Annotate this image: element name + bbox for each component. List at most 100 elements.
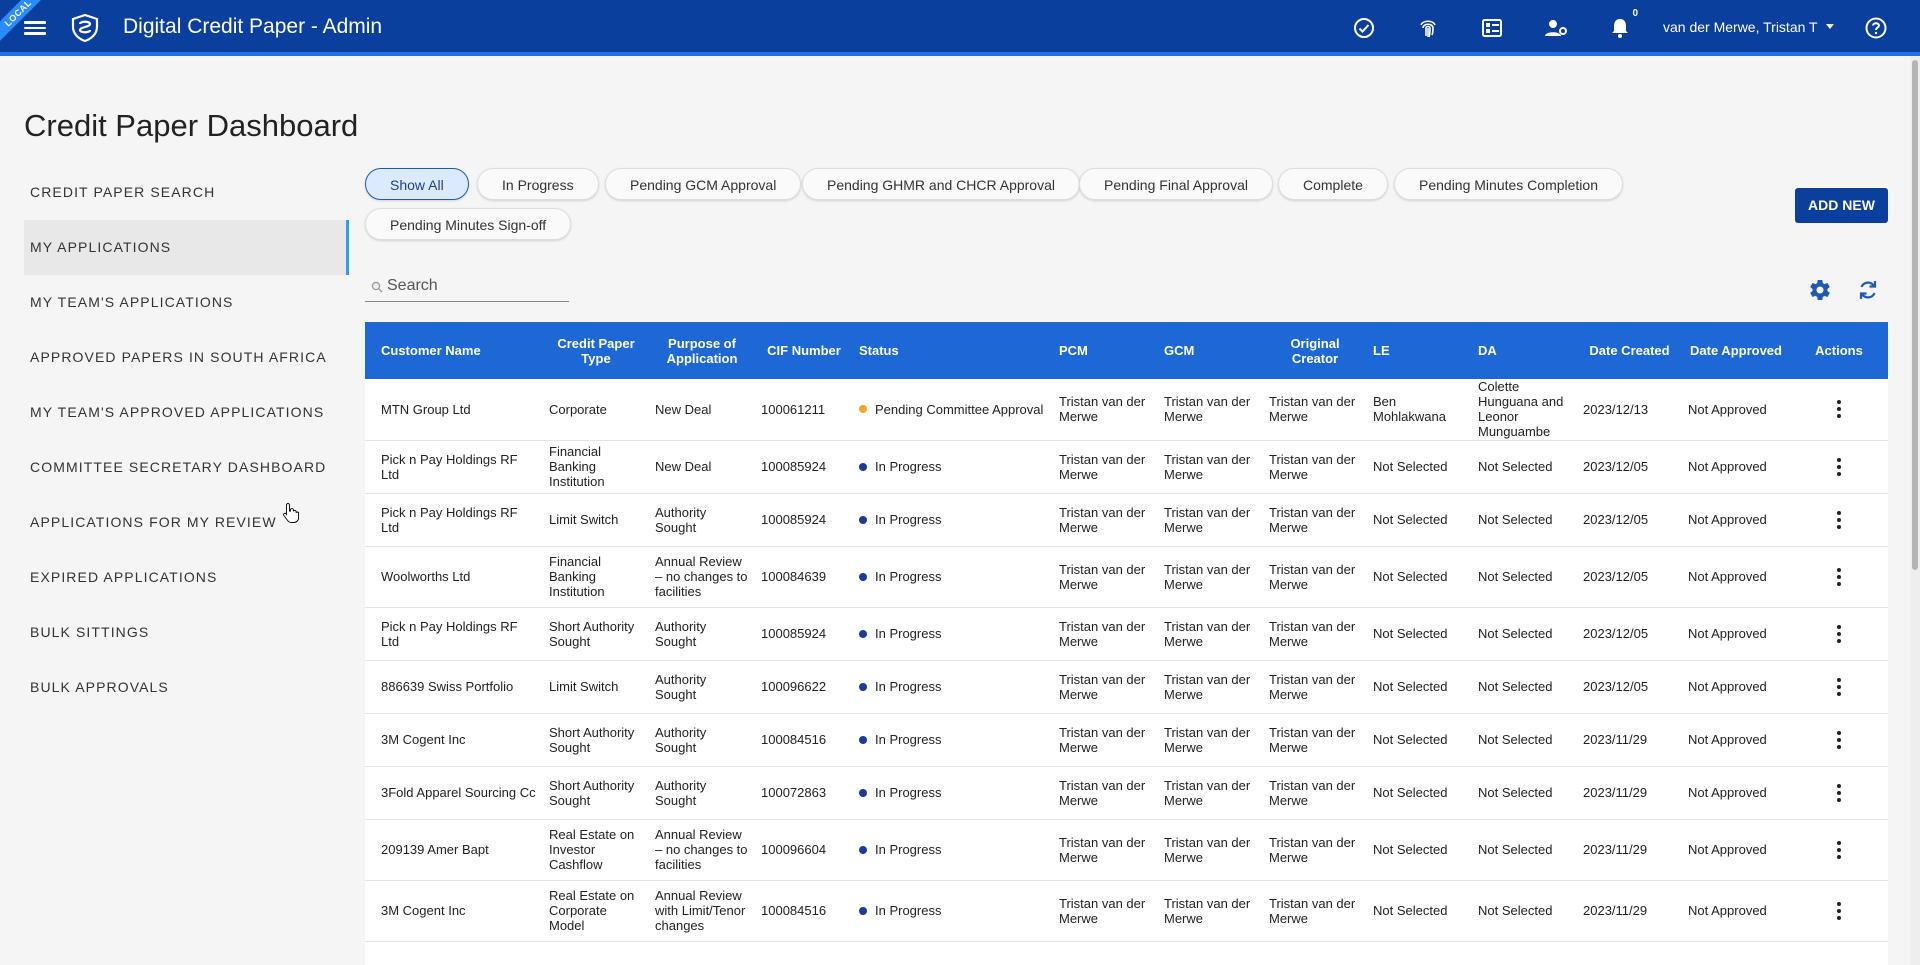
sidebar-item-committee-secretary-dashboard[interactable]: COMMITTEE SECRETARY DASHBOARD (24, 440, 349, 495)
search-icon (371, 281, 383, 293)
cell-original-creator: Tristan van der Merwe (1263, 607, 1367, 661)
more-vert-icon[interactable] (1827, 397, 1851, 421)
scrollbar-thumb[interactable] (1912, 60, 1918, 570)
cell-credit-paper-type: Short Authority Sought (543, 713, 649, 767)
help-icon[interactable] (1862, 14, 1890, 42)
more-vert-icon[interactable] (1827, 455, 1851, 479)
chevron-down-icon[interactable] (1826, 24, 1834, 29)
table-row[interactable]: Woolworths Ltd Financial Banking Institut… (365, 546, 1888, 608)
status-dot-icon (859, 405, 867, 414)
cell-date-created: 2023/11/29 (1577, 880, 1682, 942)
add-new-button[interactable]: ADD NEW (1795, 188, 1888, 223)
cell-date-approved: Not Approved (1682, 493, 1790, 547)
sidebar-item-approved-papers-south-africa[interactable]: APPROVED PAPERS IN SOUTH AFRICA (24, 330, 349, 385)
cell-gcm: Tristan van der Merwe (1158, 819, 1263, 881)
table-row[interactable]: 3M Cogent Inc Short Authority Sought Autho… (365, 713, 1888, 767)
cell-date-created: 2023/12/13 (1577, 379, 1682, 441)
table-row[interactable]: Pick n Pay Holdings RF Ltd Limit Switch Au… (365, 493, 1888, 547)
cell-actions (1790, 660, 1888, 714)
more-vert-icon[interactable] (1827, 781, 1851, 805)
hamburger-menu-icon[interactable] (24, 18, 46, 36)
refresh-icon[interactable] (1856, 278, 1880, 302)
col-header-date-created[interactable]: Date Created (1577, 322, 1682, 379)
more-vert-icon[interactable] (1827, 565, 1851, 589)
col-header-pcm[interactable]: PCM (1053, 322, 1158, 379)
status-indicator: Pending Committee Approval (859, 402, 1047, 417)
col-header-customer-name[interactable]: Customer Name (365, 322, 543, 379)
more-vert-icon[interactable] (1827, 675, 1851, 699)
col-header-purpose[interactable]: Purpose of Application (649, 322, 755, 379)
more-vert-icon[interactable] (1827, 728, 1851, 752)
cell-gcm: Tristan van der Merwe (1158, 713, 1263, 767)
col-header-gcm[interactable]: GCM (1158, 322, 1263, 379)
cell-purpose: New Deal (649, 440, 755, 494)
cell-pcm: Tristan van der Merwe (1053, 607, 1158, 661)
table-row[interactable]: Pick n Pay Holdings RF Ltd Financial Bank… (365, 440, 1888, 494)
cell-purpose: New Deal (649, 379, 755, 441)
more-vert-icon[interactable] (1827, 838, 1851, 862)
cell-status: In Progress (853, 493, 1053, 547)
status-indicator: In Progress (859, 569, 1047, 584)
search-input[interactable] (387, 275, 567, 297)
cell-date-created: 2023/12/05 (1577, 440, 1682, 494)
notifications-bell-icon[interactable]: 0 (1606, 8, 1638, 42)
user-menu[interactable]: van der Merwe, Tristan T (1663, 19, 1818, 35)
chip-in-progress[interactable]: In Progress (477, 168, 599, 200)
page-scrollbar[interactable] (1910, 56, 1920, 965)
sidebar-item-my-teams-applications[interactable]: MY TEAM'S APPLICATIONS (24, 275, 349, 330)
table-row[interactable]: 209139 Amer Bapt Real Estate on Investor … (365, 819, 1888, 881)
chip-pending-final-approval[interactable]: Pending Final Approval (1079, 168, 1273, 200)
cell-cif-number: 100096604 (755, 819, 853, 881)
sidebar-item-applications-for-my-review[interactable]: APPLICATIONS FOR MY REVIEW (24, 495, 349, 550)
sidebar-item-credit-paper-search[interactable]: CREDIT PAPER SEARCH (24, 165, 349, 220)
dashboard-grid-icon[interactable] (1478, 14, 1506, 42)
table-row[interactable]: MTN Group Ltd Corporate New Deal 100061211 P… (365, 379, 1888, 441)
status-text: In Progress (875, 512, 942, 527)
status-dot-icon (859, 788, 867, 797)
col-header-date-approved[interactable]: Date Approved (1682, 322, 1790, 379)
cell-da: Not Selected (1472, 660, 1577, 714)
chip-pending-gcm-approval[interactable]: Pending GCM Approval (605, 168, 802, 200)
bank-shield-logo-icon (71, 13, 99, 43)
more-vert-icon[interactable] (1827, 899, 1851, 923)
cell-pcm: Tristan van der Merwe (1053, 819, 1158, 881)
col-header-le[interactable]: LE (1367, 322, 1472, 379)
cell-date-created: 2023/12/05 (1577, 493, 1682, 547)
table-row[interactable]: 886639 Swiss Portfolio Limit Switch Author… (365, 660, 1888, 714)
cell-status: In Progress (853, 440, 1053, 494)
chip-pending-ghmr-chcr-approval[interactable]: Pending GHMR and CHCR Approval (802, 168, 1080, 200)
cell-le: Not Selected (1367, 607, 1472, 661)
user-settings-icon[interactable] (1542, 14, 1570, 42)
more-vert-icon[interactable] (1827, 622, 1851, 646)
cell-credit-paper-type: Limit Switch (543, 660, 649, 714)
cell-status: In Progress (853, 880, 1053, 942)
cell-date-created: 2023/12/05 (1577, 660, 1682, 714)
chip-complete[interactable]: Complete (1278, 168, 1388, 200)
gear-icon[interactable] (1808, 278, 1832, 302)
table-row[interactable]: 3Fold Apparel Sourcing Cc Short Authority… (365, 766, 1888, 820)
sidebar-item-my-applications[interactable]: MY APPLICATIONS (24, 220, 349, 275)
col-header-status[interactable]: Status (853, 322, 1053, 379)
table-row[interactable]: Pick n Pay Holdings RF Ltd Short Authorit… (365, 607, 1888, 661)
cell-credit-paper-type: Corporate (543, 379, 649, 441)
cell-cif-number: 100085924 (755, 607, 853, 661)
chip-pending-minutes-signoff[interactable]: Pending Minutes Sign-off (365, 208, 572, 240)
more-vert-icon[interactable] (1827, 508, 1851, 532)
col-header-credit-paper-type[interactable]: Credit Paper Type (543, 322, 649, 379)
sidebar-item-my-teams-approved-applications[interactable]: MY TEAM'S APPROVED APPLICATIONS (24, 385, 349, 440)
sidebar-item-expired-applications[interactable]: EXPIRED APPLICATIONS (24, 550, 349, 605)
chip-show-all[interactable]: Show All (365, 168, 469, 200)
sidebar-item-bulk-sittings[interactable]: BULK SITTINGS (24, 605, 349, 660)
fingerprint-icon[interactable] (1414, 14, 1442, 42)
chip-pending-minutes-completion[interactable]: Pending Minutes Completion (1394, 168, 1623, 200)
status-dot-icon (859, 572, 867, 581)
col-header-original-creator[interactable]: Original Creator (1263, 322, 1367, 379)
cell-status: In Progress (853, 546, 1053, 608)
table-row[interactable]: 3M Cogent Inc Real Estate on Corporate Mo… (365, 880, 1888, 942)
check-circle-icon[interactable] (1350, 14, 1378, 42)
col-header-cif-number[interactable]: CIF Number (755, 322, 853, 379)
cell-le: Not Selected (1367, 880, 1472, 942)
col-header-da[interactable]: DA (1472, 322, 1577, 379)
cell-da: Not Selected (1472, 440, 1577, 494)
sidebar-item-bulk-approvals[interactable]: BULK APPROVALS (24, 660, 349, 715)
